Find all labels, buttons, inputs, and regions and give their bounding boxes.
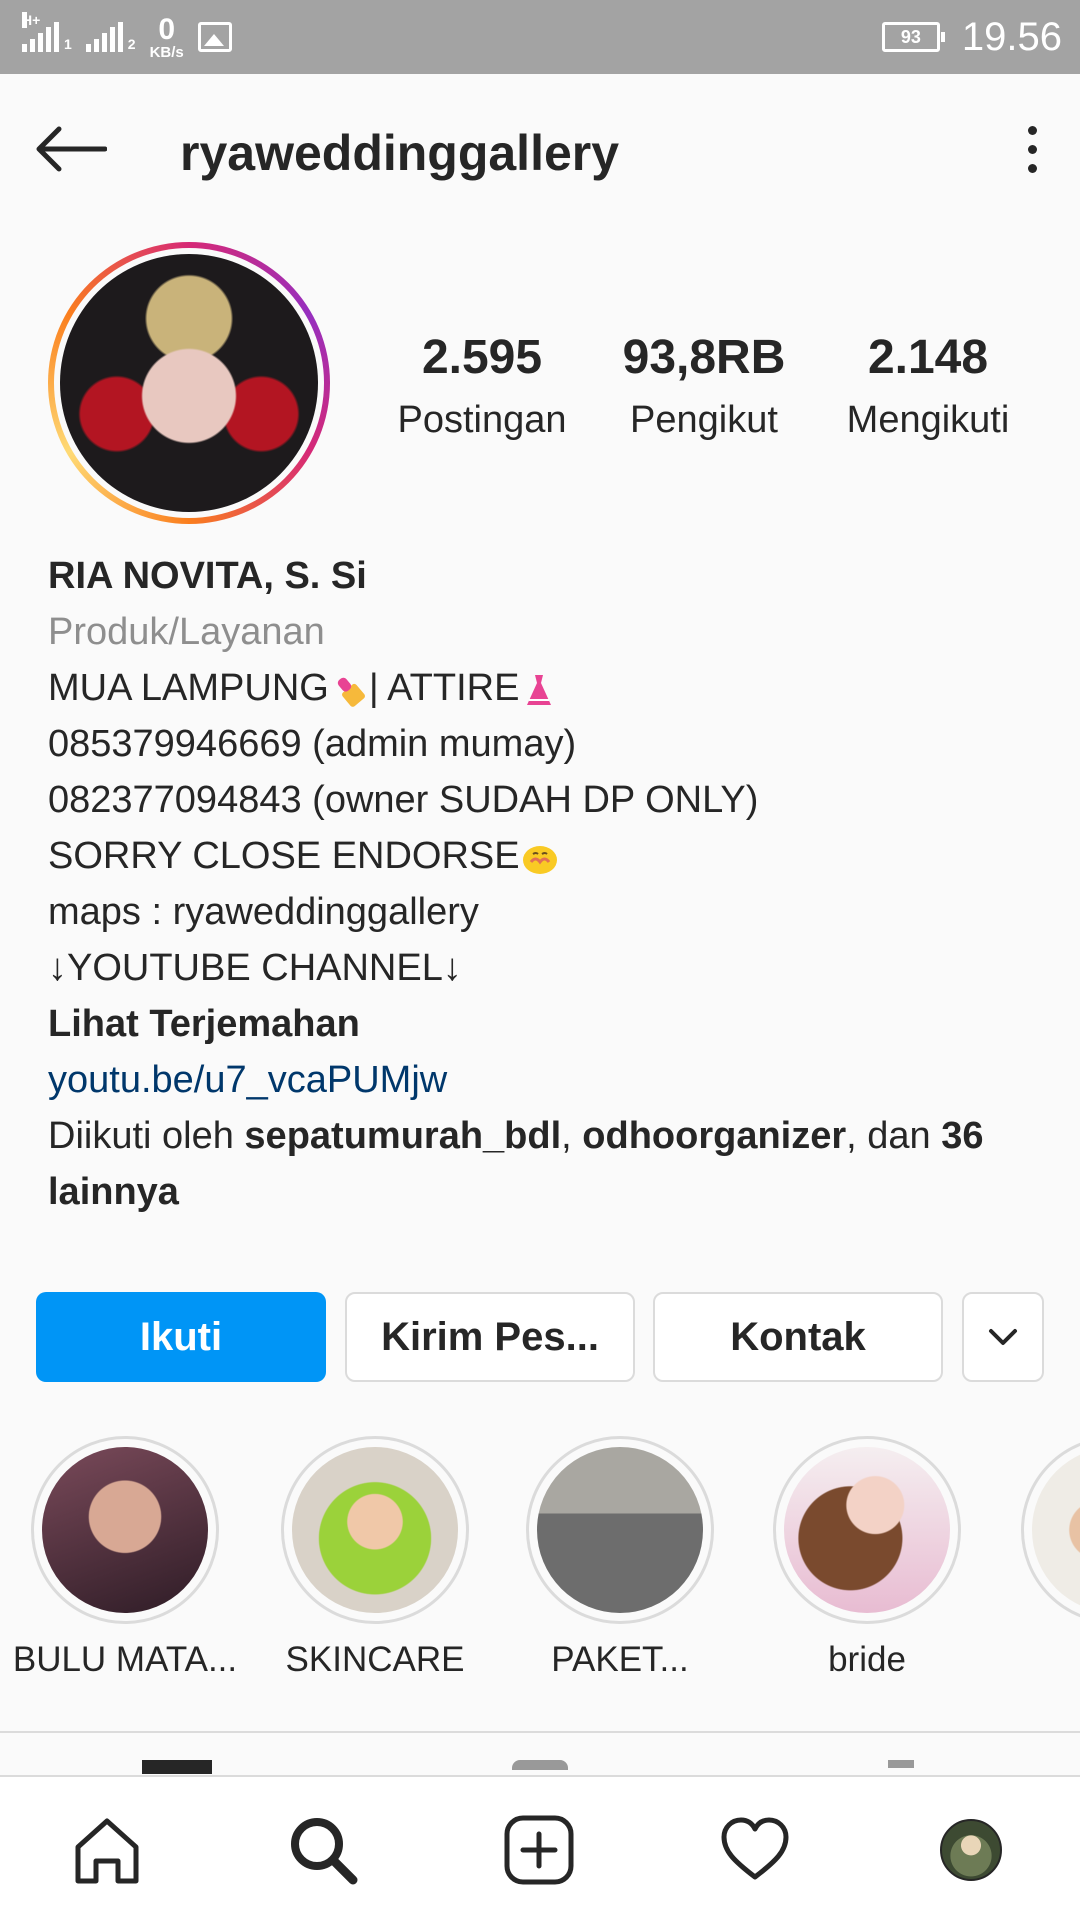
divider: [0, 1731, 1080, 1733]
following-count: 2.148: [867, 331, 989, 384]
more-options-icon: [1027, 125, 1037, 135]
bio-website-link[interactable]: youtu.be/u7_vcaPUMjw: [48, 1052, 1048, 1108]
followers-stat[interactable]: 93,8RB Pengikut: [592, 330, 816, 442]
follow-button[interactable]: Ikuti: [36, 1292, 326, 1382]
more-options-button[interactable]: [1012, 114, 1052, 184]
signal-sim2-icon: 2: [85, 22, 136, 52]
followers-label: Pengikut: [630, 399, 778, 441]
grid-tab-peek[interactable]: [142, 1760, 212, 1774]
back-arrow-icon: [36, 126, 107, 172]
network-type: H+: [22, 12, 41, 28]
profile-avatar: [940, 1819, 1002, 1881]
back-button[interactable]: [30, 114, 110, 184]
profile-bio: RIA NOVITA, S. Si Produk/Layanan MUA LAM…: [48, 548, 1048, 1220]
highlight-item[interactable]: bride: [752, 1436, 982, 1680]
igtv-tab-peek[interactable]: [512, 1760, 568, 1770]
bottom-navigation: [0, 1775, 1080, 1920]
status-bar: H+ 1 2 0 KB/s 93 19.56: [0, 0, 1080, 74]
followed-by-user[interactable]: odhoorganizer: [582, 1115, 846, 1157]
clock: 19.56: [961, 14, 1062, 59]
following-stat[interactable]: 2.148 Mengikuti: [816, 330, 1040, 442]
folded-hands-emoji-icon: [522, 845, 557, 874]
add-post-icon: [504, 1815, 574, 1885]
signal-sim1-icon: H+ 1: [22, 12, 72, 52]
profile-category: Produk/Layanan: [48, 611, 325, 653]
lipstick-emoji-icon: [337, 677, 365, 707]
profile-header: ryaweddinggallery: [0, 74, 1080, 224]
highlight-item[interactable]: SKINCARE: [260, 1436, 490, 1680]
contact-button[interactable]: Kontak: [653, 1292, 943, 1382]
nav-search[interactable]: [278, 1805, 368, 1895]
bio-line: maps : ryaweddinggallery: [48, 891, 479, 933]
bio-text: | ATTIRE: [368, 667, 520, 709]
network-speed: 0 KB/s: [149, 12, 184, 61]
nav-activity[interactable]: [710, 1805, 800, 1895]
profile-avatar: [60, 254, 318, 512]
highlight-cover: [1032, 1447, 1080, 1613]
highlight-cover: [784, 1447, 950, 1613]
message-button[interactable]: Kirim Pes...: [345, 1292, 635, 1382]
followed-by-prefix: Diikuti oleh: [48, 1115, 245, 1157]
highlight-label: SKINCARE: [285, 1640, 465, 1679]
tagged-tab-peek[interactable]: [888, 1760, 914, 1768]
highlight-cover: [537, 1447, 703, 1613]
highlight-item[interactable]: PAKET...: [505, 1436, 735, 1680]
profile-avatar-story-ring[interactable]: [48, 242, 330, 524]
bio-text: SORRY CLOSE ENDORSE: [48, 835, 520, 877]
posts-label: Postingan: [397, 399, 567, 441]
highlight-label: BULU MATA...: [12, 1640, 238, 1679]
bio-line: ↓YOUTUBE CHANNEL↓: [48, 947, 462, 989]
nav-home[interactable]: [62, 1805, 152, 1895]
following-label: Mengikuti: [846, 399, 1010, 441]
followed-by[interactable]: Diikuti oleh sepatumurah_bdl, odhoorgani…: [48, 1108, 1048, 1220]
speed-value: 0: [158, 12, 176, 46]
profile-stats: 2.595 Postingan 93,8RB Pengikut 2.148 Me…: [370, 330, 1030, 450]
chevron-down-icon: [989, 1329, 1017, 1345]
suggestions-dropdown-button[interactable]: [962, 1292, 1044, 1382]
bio-line: MUA LAMPUNG | ATTIRE: [48, 660, 1048, 716]
sim2-index: 2: [127, 36, 136, 52]
bio-line: SORRY CLOSE ENDORSE: [48, 828, 1048, 884]
followed-by-conjunction: , dan: [846, 1115, 942, 1157]
highlight-item[interactable]: BULU MATA...: [10, 1436, 240, 1680]
profile-username: ryaweddinggallery: [180, 125, 620, 181]
highlight-label: bride: [828, 1640, 906, 1679]
followers-count: 93,8RB: [622, 331, 786, 384]
profile-actions: Ikuti Kirim Pes... Kontak: [36, 1292, 1044, 1382]
heart-icon: [721, 1817, 789, 1880]
bio-text: MUA LAMPUNG: [48, 667, 329, 709]
speed-unit: KB/s: [149, 43, 184, 61]
battery-level: 93: [900, 26, 921, 47]
highlight-cover: [42, 1447, 208, 1613]
profile-full-name: RIA NOVITA, S. Si: [48, 555, 367, 597]
see-translation-link[interactable]: Lihat Terjemahan: [48, 996, 1048, 1052]
posts-stat[interactable]: 2.595 Postingan: [370, 330, 594, 442]
battery-icon: 93: [881, 22, 945, 52]
story-highlights: BULU MATA... SKINCARE PAKET... bride: [0, 1436, 1080, 1696]
highlight-item[interactable]: [1000, 1436, 1080, 1624]
bio-line: 085379946669 (admin mumay): [48, 723, 577, 765]
status-left: H+ 1 2 0 KB/s: [22, 10, 232, 64]
dress-emoji-icon: [527, 674, 552, 705]
bio-line: 082377094843 (owner SUDAH DP ONLY): [48, 779, 759, 821]
followed-by-user[interactable]: sepatumurah_bdl: [244, 1115, 561, 1157]
followed-by-separator: ,: [561, 1115, 583, 1157]
search-icon: [291, 1818, 358, 1885]
image-notification-icon: [197, 22, 232, 52]
nav-add-post[interactable]: [494, 1805, 584, 1895]
home-icon: [75, 1818, 139, 1884]
sim1-index: 1: [64, 36, 72, 52]
status-right: 93 19.56: [881, 0, 1062, 74]
nav-profile[interactable]: [926, 1805, 1016, 1895]
highlight-cover: [292, 1447, 458, 1613]
posts-count: 2.595: [421, 331, 543, 384]
highlight-label: PAKET...: [551, 1640, 689, 1679]
